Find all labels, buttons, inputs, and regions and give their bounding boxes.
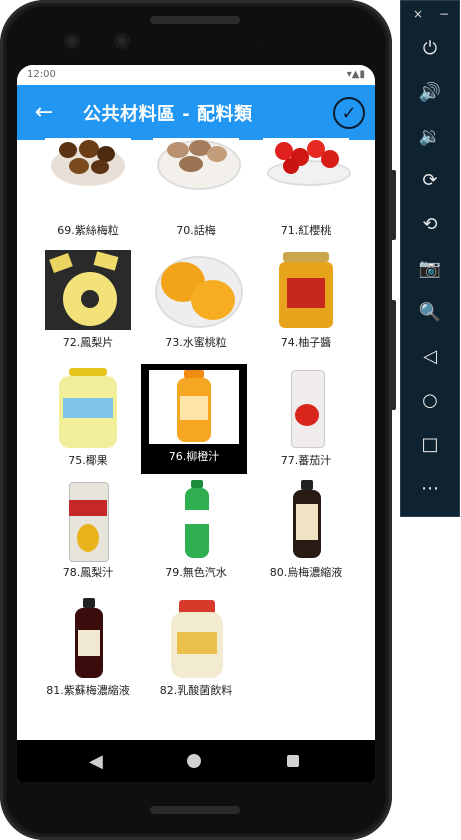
home-icon[interactable]: ○ — [417, 387, 443, 413]
plum-image — [45, 138, 131, 218]
grid-item-75[interactable]: 75.椰果 — [35, 368, 141, 478]
grid-item-82[interactable]: 82.乳酸菌飲料 — [143, 598, 249, 708]
item-label: 78.鳳梨汁 — [62, 566, 114, 579]
top-speaker — [150, 16, 240, 24]
nav-recent-icon[interactable] — [287, 755, 299, 767]
front-camera-icon — [114, 33, 130, 49]
grid-item-69[interactable]: 69.紫絲梅粒 — [35, 138, 141, 248]
grid-item-70[interactable]: 70.話梅 — [143, 138, 249, 248]
item-label: 73.水蜜桃粒 — [165, 336, 227, 349]
item-label: 69.紫絲梅粒 — [57, 224, 119, 237]
bottom-speaker — [150, 806, 240, 814]
ingredient-grid: 69.紫絲梅粒 70.話梅 71.紅櫻桃 72.鳳梨片 73.水蜜桃粒 74.柚… — [17, 138, 375, 740]
app-bar: ← 公共材料區 - 配料類 ✓ — [17, 85, 375, 140]
phone-frame: 12:00 ▾▲▮ ← 公共材料區 - 配料類 ✓ 69.紫絲梅粒 70.話梅 … — [0, 0, 396, 840]
item-label: 74.柚子醬 — [280, 336, 332, 349]
overview-icon[interactable]: □ — [417, 431, 443, 457]
nav-home-icon[interactable] — [187, 754, 201, 768]
grid-item-76[interactable]: 76.柳橙汁 — [141, 364, 247, 474]
rotate-left-icon[interactable]: ⟳ — [417, 167, 443, 193]
grid-item-80[interactable]: 80.烏梅濃縮液 — [253, 480, 359, 590]
volume-up-icon[interactable]: 🔊 — [417, 79, 443, 105]
power-button[interactable] — [390, 170, 396, 240]
power-icon[interactable]: ⏻ — [417, 35, 443, 61]
tomato-juice-image — [263, 368, 349, 448]
confirm-check-icon[interactable]: ✓ — [333, 97, 365, 129]
grid-item-72[interactable]: 72.鳳梨片 — [35, 250, 141, 360]
status-icons: ▾▲▮ — [346, 69, 365, 80]
item-label: 77.蕃茄汁 — [280, 454, 332, 467]
status-bar: 12:00 ▾▲▮ — [17, 65, 375, 85]
emulator-toolbar: × − ⏻ 🔊 🔉 ⟳ ⟲ 📷 🔍 ◁ ○ □ ⋯ — [400, 0, 460, 517]
close-icon[interactable]: × — [413, 7, 423, 21]
rotate-right-icon[interactable]: ⟲ — [417, 211, 443, 237]
android-nav-bar: ◀ — [17, 740, 375, 782]
plum-concentrate-image — [263, 480, 349, 560]
soda-bottle-image — [153, 480, 239, 560]
zoom-icon[interactable]: 🔍 — [417, 299, 443, 325]
screen: 12:00 ▾▲▮ ← 公共材料區 - 配料類 ✓ 69.紫絲梅粒 70.話梅 … — [17, 65, 375, 782]
pineapple-juice-image — [45, 480, 131, 562]
back-arrow-icon[interactable]: ← — [31, 99, 57, 125]
back-icon[interactable]: ◁ — [417, 343, 443, 369]
citron-jam-image — [263, 250, 349, 330]
grid-item-73[interactable]: 73.水蜜桃粒 — [143, 250, 249, 360]
grid-item-78[interactable]: 78.鳳梨汁 — [35, 480, 141, 590]
item-label: 79.無色汽水 — [165, 566, 227, 579]
pineapple-slice-image — [45, 250, 131, 330]
item-label: 81.紫蘇梅濃縮液 — [46, 684, 130, 697]
item-label: 80.烏梅濃縮液 — [269, 566, 343, 579]
page-title: 公共材料區 - 配料類 — [83, 104, 253, 125]
item-label: 75.椰果 — [68, 454, 108, 467]
minimize-icon[interactable]: − — [439, 7, 449, 21]
item-label: 71.紅櫻桃 — [280, 224, 332, 237]
camera-icon[interactable]: 📷 — [417, 255, 443, 281]
grid-item-71[interactable]: 71.紅櫻桃 — [253, 138, 359, 248]
dried-plum-image — [153, 138, 241, 218]
item-label: 76.柳橙汁 — [168, 450, 220, 463]
nav-back-icon[interactable]: ◀ — [89, 751, 103, 772]
status-time: 12:00 — [27, 69, 56, 80]
yogurt-drink-image — [153, 598, 239, 678]
proximity-sensor — [257, 38, 265, 46]
nata-de-coco-image — [45, 368, 131, 448]
perilla-plum-concentrate-image — [45, 598, 131, 678]
grid-item-81[interactable]: 81.紫蘇梅濃縮液 — [35, 598, 141, 708]
peach-image — [153, 250, 243, 330]
grid-item-77[interactable]: 77.蕃茄汁 — [253, 368, 359, 478]
item-label: 72.鳳梨片 — [62, 336, 114, 349]
orange-juice-image — [149, 370, 239, 444]
grid-item-79[interactable]: 79.無色汽水 — [143, 480, 249, 590]
item-label: 82.乳酸菌飲料 — [159, 684, 233, 697]
more-icon[interactable]: ⋯ — [417, 475, 443, 501]
item-label: 70.話梅 — [176, 224, 216, 237]
volume-rocker[interactable] — [390, 300, 396, 410]
grid-item-74[interactable]: 74.柚子醬 — [253, 250, 359, 360]
front-camera-icon — [64, 33, 80, 49]
volume-down-icon[interactable]: 🔉 — [417, 123, 443, 149]
cherry-image — [263, 138, 351, 218]
